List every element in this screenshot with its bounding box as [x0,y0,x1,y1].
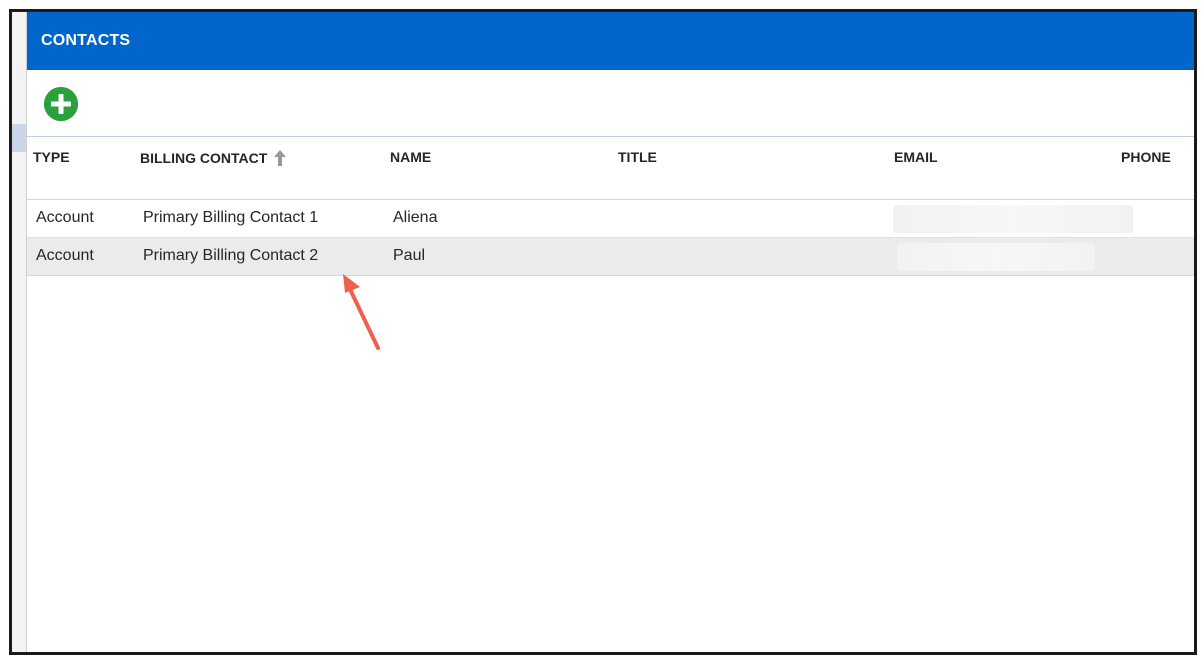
column-header-name[interactable]: NAME [390,149,431,165]
column-header-phone[interactable]: PHONE [1121,149,1171,165]
email-redacted [893,205,1133,233]
background-page-strip [12,12,27,652]
cell-type: Account [36,247,94,264]
cell-name: Aliena [393,209,438,226]
table-header: TYPE BILLING CONTACT NAME TITLE EMAIL PH… [27,137,1194,200]
sort-ascending-icon [273,149,287,167]
contacts-table: TYPE BILLING CONTACT NAME TITLE EMAIL PH… [27,137,1194,276]
dialog-toolbar [27,70,1194,137]
column-header-title[interactable]: TITLE [618,149,657,165]
cell-billing-contact: Primary Billing Contact 2 [143,247,319,264]
background-fragment [12,124,26,152]
add-contact-button[interactable] [44,87,78,121]
plus-circle-icon [44,87,78,121]
dialog-title: CONTACTS [41,32,131,49]
cell-billing-contact: Primary Billing Contact 1 [143,209,319,226]
column-header-type[interactable]: TYPE [33,149,70,165]
cell-type: Account [36,209,94,226]
dialog-header: CONTACTS [27,12,1194,70]
table-row[interactable]: Account Primary Billing Contact 2 Paul [27,237,1194,276]
contacts-dialog: CONTACTS TYPE BILLING CONTACT NAME TITLE… [26,12,1194,652]
cell-name: Paul [393,247,426,264]
email-redacted [897,243,1095,271]
table-row[interactable]: Account Primary Billing Contact 1 Aliena [27,200,1194,237]
screenshot-frame: CONTACTS TYPE BILLING CONTACT NAME TITLE… [9,9,1197,655]
column-header-billing-contact[interactable]: BILLING CONTACT [140,149,287,167]
column-header-email[interactable]: EMAIL [894,149,938,165]
